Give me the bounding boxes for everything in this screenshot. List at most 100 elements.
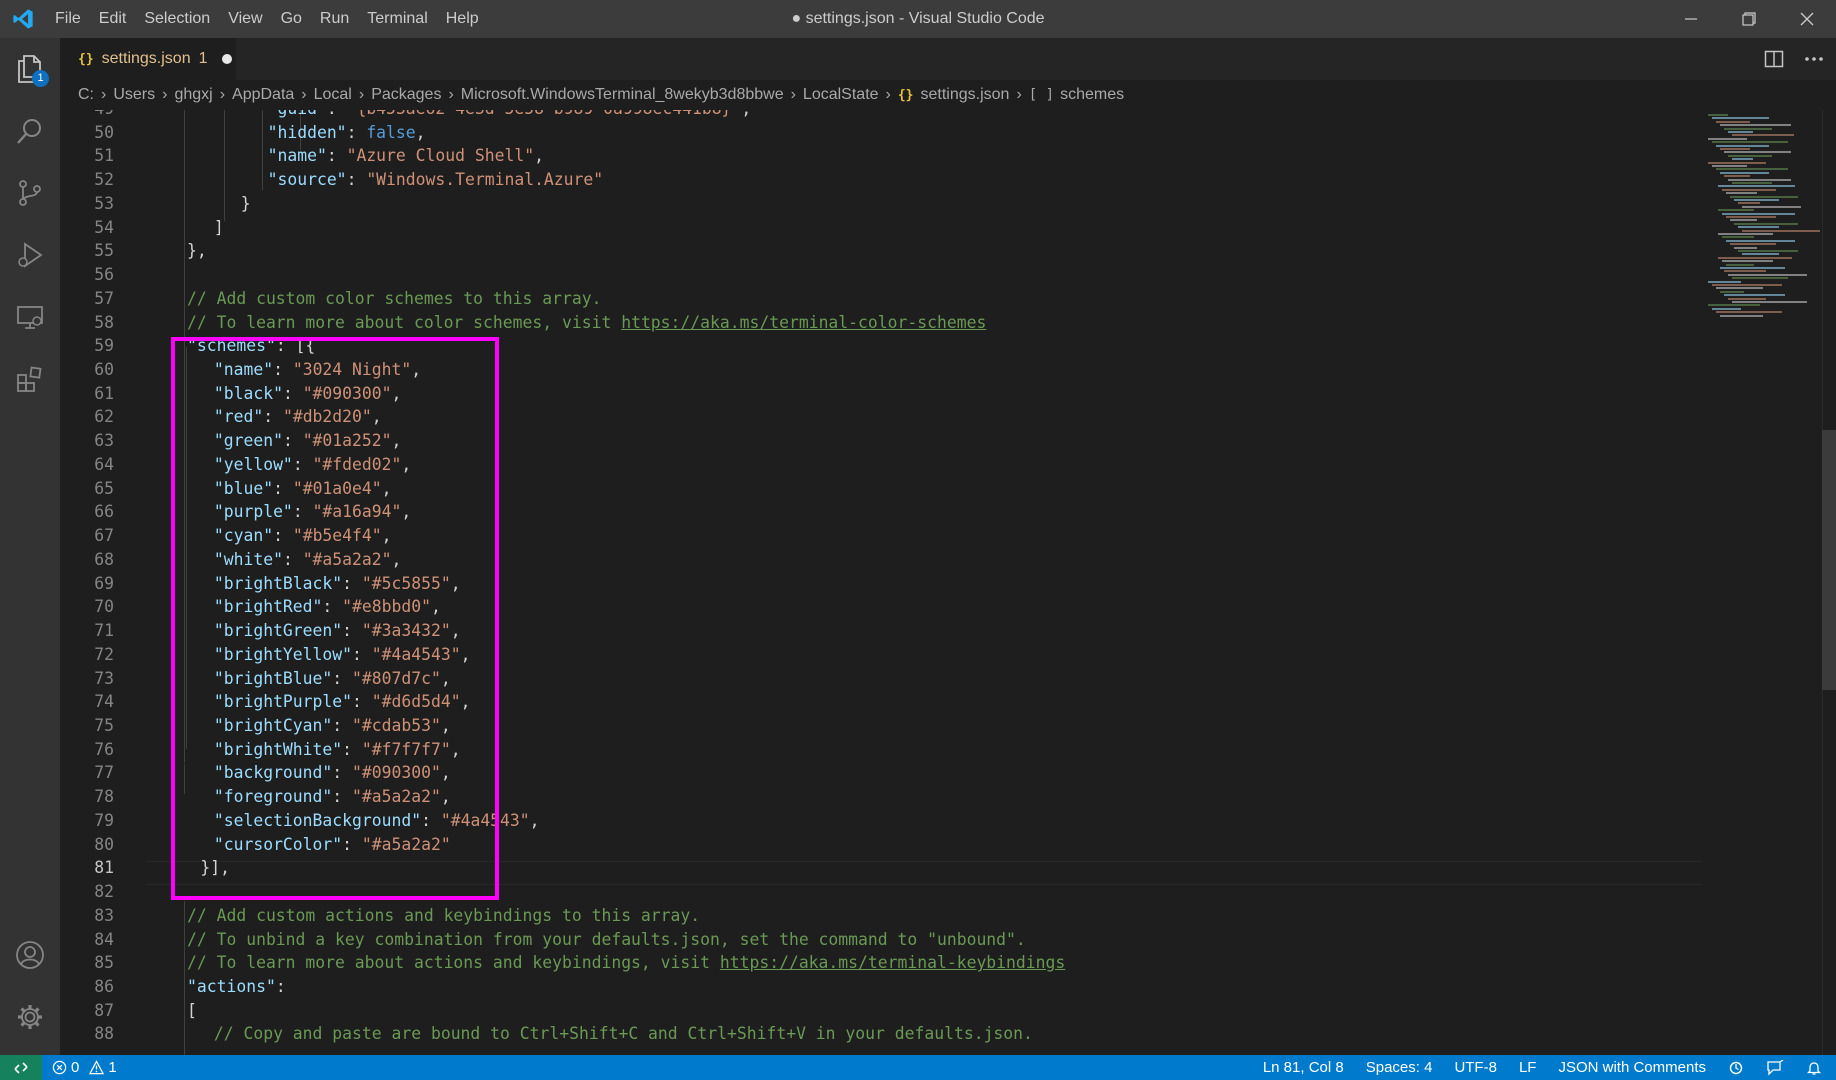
problems-indicator[interactable]: 0 1 <box>42 1059 117 1076</box>
tab-problem-count: 1 <box>198 50 208 67</box>
code-line[interactable]: 57 // Add custom color schemes to this ar… <box>60 287 1700 311</box>
minimap-line <box>1724 294 1785 297</box>
menu-file[interactable]: File <box>46 0 90 38</box>
minimap-line <box>1718 233 1773 235</box>
manage-button[interactable] <box>0 986 60 1048</box>
breadcrumb-item[interactable]: Microsoft.WindowsTerminal_8wekyb3d8bbwe <box>461 86 784 104</box>
code-token: : <box>327 110 347 118</box>
breadcrumb-file[interactable]: settings.json <box>921 86 1010 104</box>
minimap-line <box>1720 171 1769 174</box>
menu-edit[interactable]: Edit <box>90 0 136 38</box>
code-line[interactable]: 85 // To learn more about actions and key… <box>60 951 1700 975</box>
code-text: "actions": <box>187 975 286 999</box>
title-bar: File Edit Selection View Go Run Terminal… <box>0 0 1836 38</box>
code-token: , <box>741 110 751 118</box>
explorer-button[interactable]: 1 <box>0 38 60 100</box>
code-line[interactable]: 86 "actions": <box>60 975 1700 999</box>
breadcrumb-item[interactable]: AppData <box>232 86 294 104</box>
minimap-line <box>1730 219 1757 222</box>
split-editor-icon[interactable] <box>1764 50 1784 68</box>
bell-icon[interactable] <box>1806 1060 1822 1076</box>
minimap-line <box>1712 284 1782 286</box>
menu-view[interactable]: View <box>219 0 271 38</box>
search-button[interactable] <box>0 100 60 162</box>
error-icon <box>52 1060 67 1075</box>
minimize-button[interactable] <box>1662 0 1720 38</box>
cursor-position[interactable]: Ln 81, Col 8 <box>1263 1059 1344 1076</box>
minimap-line <box>1708 161 1766 164</box>
chevron-right-icon: › <box>790 86 796 103</box>
code-text: "hidden": false, <box>268 121 426 145</box>
breadcrumb-item[interactable]: C: <box>78 86 94 104</box>
warning-icon <box>89 1060 105 1075</box>
code-line[interactable]: 53} <box>60 192 1700 216</box>
minimap-line <box>1708 280 1741 283</box>
minimap-line <box>1728 154 1772 157</box>
source-control-button[interactable] <box>0 162 60 224</box>
code-line[interactable]: 55}, <box>60 239 1700 263</box>
breadcrumb-item[interactable]: Packages <box>371 86 441 104</box>
breadcrumb-symbol[interactable]: schemes <box>1060 86 1124 104</box>
menu-selection[interactable]: Selection <box>135 0 219 38</box>
encoding[interactable]: UTF-8 <box>1454 1059 1497 1076</box>
extensions-icon <box>17 366 42 392</box>
run-debug-icon <box>18 242 43 268</box>
extensions-button[interactable] <box>0 348 60 410</box>
breadcrumb-item[interactable]: LocalState <box>803 86 879 104</box>
close-window-button[interactable] <box>1778 0 1836 38</box>
scrollbar-thumb[interactable] <box>1822 430 1836 690</box>
breadcrumb-item[interactable]: ghgxj <box>174 86 212 104</box>
minimap[interactable] <box>1704 110 1822 320</box>
menu-help[interactable]: Help <box>437 0 488 38</box>
code-line[interactable]: 52 "source": "Windows.Terminal.Azure" <box>60 168 1700 192</box>
menu-terminal[interactable]: Terminal <box>358 0 436 38</box>
chevron-right-icon: › <box>885 86 891 103</box>
indentation[interactable]: Spaces: 4 <box>1366 1059 1433 1076</box>
minimap-line <box>1716 311 1782 314</box>
accounts-button[interactable] <box>0 924 60 986</box>
code-line[interactable]: 54] <box>60 216 1700 240</box>
more-actions-icon[interactable] <box>1804 56 1824 62</box>
remote-explorer-button[interactable] <box>0 286 60 348</box>
code-line[interactable]: 88 // Copy and paste are bound to Ctrl+Sh… <box>60 1022 1700 1046</box>
code-line[interactable]: 49 "guid": "{b453ae62-4e3d-5e58-b989-0a99… <box>60 110 1700 121</box>
vscode-logo-icon[interactable] <box>0 0 46 38</box>
remote-icon <box>14 1061 28 1074</box>
line-number: 63 <box>94 431 114 451</box>
tab-settings-json[interactable]: {} settings.json 1 <box>60 38 236 80</box>
sync-icon[interactable] <box>1728 1060 1744 1076</box>
code-line[interactable]: 87 [ <box>60 999 1700 1023</box>
code-token: "hidden" <box>267 122 347 142</box>
code-token: "name" <box>267 146 327 166</box>
code-line[interactable]: 56 <box>60 263 1700 287</box>
minimap-line <box>1720 267 1785 269</box>
menu-run[interactable]: Run <box>311 0 358 38</box>
unsaved-dot-icon[interactable] <box>221 54 232 64</box>
feedback-icon[interactable] <box>1766 1059 1784 1076</box>
chevron-right-icon: › <box>358 86 365 103</box>
minimap-line <box>1718 185 1795 188</box>
code-text: // Add custom color schemes to this arra… <box>187 287 601 311</box>
code-editor[interactable]: 49 "guid": "{b453ae62-4e3d-5e58-b989-0a99… <box>60 110 1836 1055</box>
remote-indicator[interactable] <box>0 1055 42 1080</box>
minimap-line <box>1722 188 1776 191</box>
menu-go[interactable]: Go <box>272 0 311 38</box>
restore-button[interactable] <box>1720 0 1778 38</box>
code-line[interactable]: 51 "name": "Azure Cloud Shell", <box>60 144 1700 168</box>
breadcrumb-item[interactable]: Local <box>314 86 352 104</box>
minimap-line <box>1732 301 1807 303</box>
line-number: 85 <box>94 953 114 973</box>
minimap-line <box>1718 209 1754 212</box>
end-of-line[interactable]: LF <box>1519 1059 1537 1076</box>
minimap-line <box>1724 151 1791 154</box>
code-line[interactable]: 50 "hidden": false, <box>60 121 1700 145</box>
run-debug-button[interactable] <box>0 224 60 286</box>
minimap-line <box>1722 212 1795 215</box>
code-line[interactable]: 84 // To unbind a key combination from yo… <box>60 928 1700 952</box>
code-line[interactable]: 58 // To learn more about color schemes, … <box>60 311 1700 335</box>
language-mode[interactable]: JSON with Comments <box>1558 1059 1706 1076</box>
code-line[interactable]: 83 // Add custom actions and keybindings … <box>60 904 1700 928</box>
line-number: 49 <box>60 110 114 121</box>
minimize-icon <box>1685 18 1697 20</box>
breadcrumb-item[interactable]: Users <box>113 86 155 104</box>
